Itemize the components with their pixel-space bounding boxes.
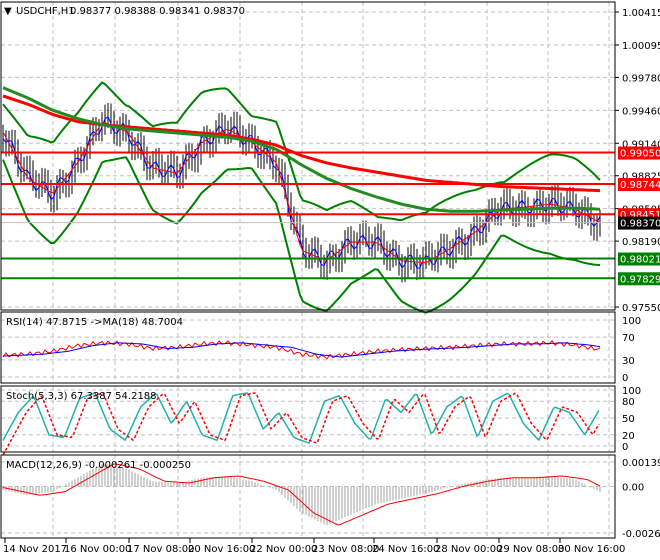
ohlc-label: 0.98377 0.98388 0.98341 0.98370 bbox=[70, 6, 245, 17]
x-tick-label: 22 Nov 00:00 bbox=[250, 544, 317, 555]
rsi-title: RSI(14) 47.8715 ->MA(18) 48.7004 bbox=[6, 317, 183, 328]
indicator-tick-label: 0.001393 bbox=[622, 458, 660, 469]
x-tick-label: 20 Nov 16:00 bbox=[188, 544, 255, 555]
price-tick-label: 1.00095 bbox=[622, 41, 660, 52]
indicator-tick-label: 0 bbox=[622, 373, 628, 384]
indicator-tick-label: 80 bbox=[622, 397, 635, 408]
indicator-tick-label: 20 bbox=[622, 431, 635, 442]
price-tick-label: 0.99460 bbox=[622, 106, 660, 117]
indicator-tick-label: 50 bbox=[622, 414, 635, 425]
x-tick-label: 23 Nov 08:00 bbox=[312, 544, 379, 555]
level-price-label: 0.98021 bbox=[620, 255, 660, 266]
x-tick-label: 28 Nov 00:00 bbox=[435, 544, 502, 555]
price-panel[interactable] bbox=[1, 81, 615, 314]
indicator-tick-label: -0.002641 bbox=[622, 529, 660, 540]
indicator-tick-label: 100 bbox=[622, 316, 641, 327]
chart-window[interactable]: 14 Nov 2017 16 Nov 00:00 17 Nov 08:00 20 No… bbox=[0, 0, 660, 560]
chart-svg[interactable]: 14 Nov 201716 Nov 00:0017 Nov 08:0020 No… bbox=[0, 0, 660, 560]
price-tick-label: 0.97550 bbox=[622, 303, 660, 314]
level-price-label: 0.97829 bbox=[620, 274, 660, 285]
x-tick-label: 14 Nov 2017 bbox=[3, 544, 67, 555]
symbol-label: USDCHF,H1 bbox=[16, 6, 75, 17]
level-price-label: 0.98744 bbox=[620, 180, 660, 191]
price-tick-label: 0.99780 bbox=[622, 73, 660, 84]
price-tick-label: 1.00415 bbox=[622, 8, 660, 19]
price-tick-label: 0.98190 bbox=[622, 237, 660, 248]
indicator-tick-label: 0 bbox=[622, 442, 628, 453]
indicator-tick-label: 70 bbox=[622, 333, 635, 344]
macd-title: MACD(12,26,9) -0.000261 -0.000250 bbox=[6, 460, 191, 471]
menu-arrow-icon[interactable]: ▼ bbox=[4, 6, 12, 17]
x-tick-label: 17 Nov 08:00 bbox=[127, 544, 194, 555]
stoch-title: Stoch(5,3,3) 67.3387 54.2188 bbox=[6, 391, 157, 402]
grid bbox=[1, 2, 615, 538]
x-tick-label: 30 Nov 16:00 bbox=[558, 544, 625, 555]
level-price-label: 0.99050 bbox=[620, 149, 660, 160]
indicator-tick-label: 0.00 bbox=[622, 483, 644, 494]
x-tick-label: 16 Nov 00:00 bbox=[64, 544, 131, 555]
x-tick-label: 29 Nov 08:00 bbox=[497, 544, 564, 555]
current-price-label: 0.98370 bbox=[620, 219, 660, 230]
indicator-tick-label: 30 bbox=[622, 356, 635, 367]
indicator-tick-label: 100 bbox=[622, 386, 641, 397]
x-tick-label: 24 Nov 16:00 bbox=[372, 544, 439, 555]
